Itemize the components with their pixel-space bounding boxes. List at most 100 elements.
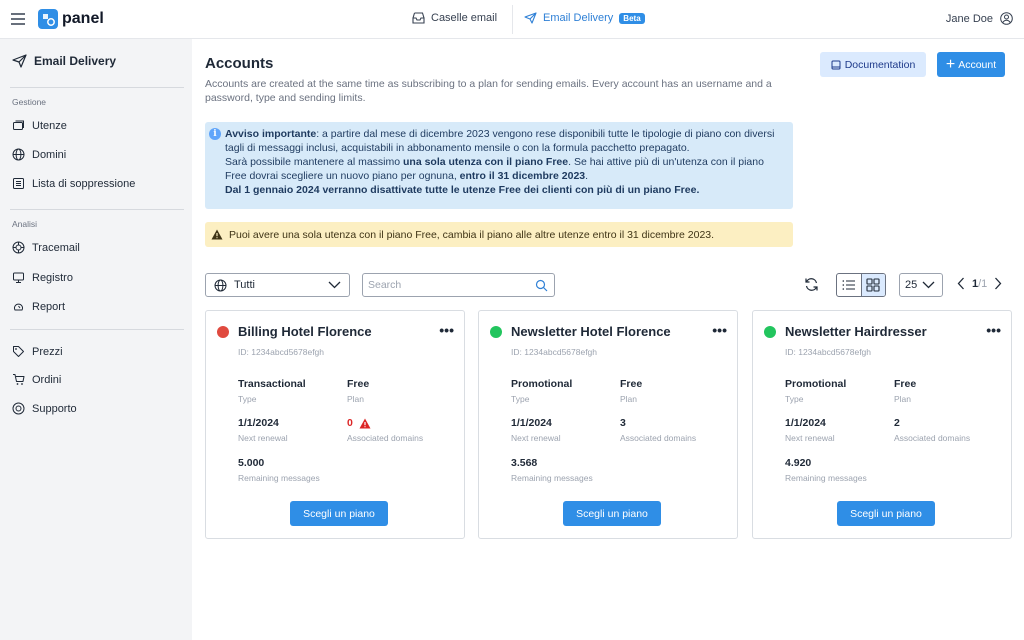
log-icon — [12, 271, 25, 284]
chevron-down-icon — [328, 281, 341, 289]
account-plan: Free — [620, 378, 643, 390]
sidebar-item-registro[interactable]: Registro — [12, 271, 73, 284]
account-plan: Free — [894, 378, 917, 390]
search-field — [362, 273, 555, 297]
next-renewal-label: Next renewal — [511, 433, 561, 443]
user-avatar-icon — [1000, 12, 1013, 25]
account-plan-label: Plan — [894, 394, 912, 404]
sidebar-divider — [10, 329, 184, 330]
account-type-label: Type — [511, 394, 530, 404]
status-dot — [764, 326, 776, 338]
search-icon[interactable] — [535, 279, 548, 292]
sidebar-item-lista-soppressione[interactable]: Lista di soppressione — [12, 177, 135, 190]
account-name: Newsletter Hairdresser — [785, 324, 927, 339]
associated-domains-value: 3 — [620, 417, 626, 429]
more-options-icon[interactable]: ••• — [439, 322, 454, 338]
info-paragraph-1: Avviso importante: a partire dal mese di… — [225, 128, 775, 154]
filter-select[interactable]: Tutti — [205, 273, 350, 297]
next-renewal: 1/1/2024 — [238, 417, 279, 429]
sidebar-section-gestione: Gestione — [12, 97, 47, 107]
sidebar-item-prezzi[interactable]: Prezzi — [12, 345, 63, 358]
account-id: ID: 1234abcd5678efgh — [785, 347, 872, 357]
info-icon: i — [209, 128, 221, 140]
grid-view-button[interactable] — [860, 274, 885, 296]
more-options-icon[interactable]: ••• — [986, 322, 1001, 338]
account-card: Newsletter Hotel Florence ••• ID: 1234ab… — [478, 310, 738, 539]
chevron-down-icon — [922, 281, 935, 289]
sidebar-item-report[interactable]: Report — [12, 300, 65, 313]
page-indicator: 1/1 — [972, 278, 987, 290]
brand-name: panel — [62, 10, 104, 27]
remaining-messages-label: Remaining messages — [238, 473, 320, 483]
refresh-icon[interactable] — [804, 277, 819, 292]
cart-icon — [12, 373, 25, 386]
documentation-button[interactable]: Documentation — [820, 52, 926, 77]
account-plan: Free — [347, 378, 370, 390]
sidebar-item-label: Utenze — [32, 119, 67, 132]
info-paragraph-2: Sarà possibile mantenere al massimo una … — [225, 156, 764, 182]
choose-plan-button[interactable]: Scegli un piano — [290, 501, 388, 526]
sidebar-item-label: Registro — [32, 271, 73, 284]
sidebar-title-label: Email Delivery — [34, 54, 117, 68]
brand-logo-link[interactable]: panel — [38, 9, 104, 29]
view-toggle — [836, 273, 886, 297]
warning-icon — [211, 229, 223, 240]
associated-domains-value: 0 — [347, 417, 353, 429]
list-view-icon — [842, 279, 856, 291]
send-icon — [12, 54, 27, 68]
next-renewal-label: Next renewal — [785, 433, 835, 443]
beta-badge: Beta — [619, 12, 645, 24]
globe-icon — [12, 148, 25, 161]
per-page-value: 25 — [905, 279, 918, 291]
grid-view-icon — [866, 278, 881, 292]
sidebar-item-domini[interactable]: Domini — [12, 148, 66, 161]
sidebar-item-utenze[interactable]: Utenze — [12, 119, 67, 132]
sidebar-item-tracemail[interactable]: Tracemail — [12, 241, 80, 254]
sidebar-item-supporto[interactable]: Supporto — [12, 402, 77, 415]
sidebar-item-label: Prezzi — [32, 345, 63, 358]
sidebar-item-label: Supporto — [32, 402, 77, 415]
panel-logo-icon — [38, 9, 58, 29]
book-icon — [831, 60, 841, 70]
associated-domains-label: Associated domains — [620, 433, 697, 443]
main-content: Accounts Accounts are created at the sam… — [192, 39, 1024, 640]
sidebar-item-label: Report — [32, 300, 66, 313]
choose-plan-button[interactable]: Scegli un piano — [837, 501, 935, 526]
tag-icon — [12, 345, 25, 358]
filter-select-value: Tutti — [234, 279, 255, 291]
account-plan-label: Plan — [620, 394, 638, 404]
account-type-label: Type — [785, 394, 804, 404]
warning-icon — [359, 418, 371, 429]
list-icon — [12, 177, 25, 190]
chevron-right-icon[interactable] — [994, 277, 1002, 290]
nav-caselle-email[interactable]: Caselle email — [412, 12, 497, 24]
nav-caselle-label: Caselle email — [431, 12, 498, 24]
nav-email-delivery[interactable]: Email Delivery Beta — [524, 12, 645, 24]
list-view-button[interactable] — [837, 274, 861, 296]
user-name: Jane Doe — [945, 12, 993, 25]
search-input[interactable] — [363, 274, 523, 296]
sidebar-item-ordini[interactable]: Ordini — [12, 373, 61, 386]
pagination: 1/1 — [957, 277, 1002, 290]
sidebar-title[interactable]: Email Delivery — [12, 54, 116, 68]
add-account-button[interactable]: + Account — [937, 52, 1005, 77]
account-plan-label: Plan — [347, 394, 365, 404]
sidebar-divider — [10, 87, 184, 88]
info-paragraph-3: Dal 1 gennaio 2024 verranno disattivate … — [225, 184, 700, 196]
more-options-icon[interactable]: ••• — [712, 322, 727, 338]
sidebar-divider — [10, 209, 184, 210]
account-id: ID: 1234abcd5678efgh — [511, 347, 598, 357]
chevron-left-icon[interactable] — [957, 277, 965, 290]
account-name: Newsletter Hotel Florence — [511, 324, 671, 339]
user-menu[interactable]: Jane Doe — [946, 12, 1013, 25]
inbox-icon — [412, 12, 425, 24]
send-icon — [524, 12, 537, 24]
per-page-select[interactable]: 25 — [899, 273, 943, 297]
choose-plan-button[interactable]: Scegli un piano — [563, 501, 661, 526]
hamburger-menu-icon[interactable] — [10, 12, 26, 26]
documentation-label: Documentation — [844, 58, 916, 71]
associated-domains-value: 2 — [894, 417, 900, 429]
next-renewal: 1/1/2024 — [785, 417, 826, 429]
sidebar: Email Delivery Gestione Utenze Domini Li… — [0, 39, 192, 640]
nav-divider — [512, 5, 513, 34]
